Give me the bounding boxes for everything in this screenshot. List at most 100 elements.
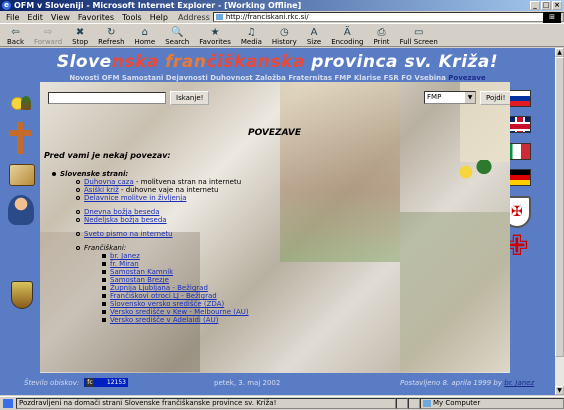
sun-palm-icon[interactable] bbox=[6, 92, 36, 114]
toolbar-button[interactable]: A Size bbox=[302, 27, 326, 46]
address-input[interactable]: http://franciskani.rkc.si/ ▼ bbox=[212, 12, 564, 22]
scroll-up-icon[interactable]: ▲ bbox=[555, 48, 564, 57]
section-heading: Frančiškani: bbox=[52, 244, 249, 252]
toolbar-button[interactable]: ◷ History bbox=[267, 27, 302, 46]
bullet-icon bbox=[76, 246, 80, 250]
link[interactable]: Slovensko versko središče (ZDA) bbox=[110, 300, 224, 308]
nav-link[interactable]: Klarise bbox=[354, 74, 381, 82]
title-part: provinca sv. Križa! bbox=[304, 52, 499, 72]
toolbar-button[interactable]: ↻ Refresh bbox=[93, 27, 129, 46]
link[interactable]: Duhovna caza bbox=[84, 178, 134, 186]
list-item: Asiški križ - duhovne vaje na internetu bbox=[52, 186, 249, 194]
nav-link[interactable]: Založba bbox=[255, 74, 286, 82]
menu-help[interactable]: Help bbox=[146, 13, 172, 22]
link[interactable]: Dnevna božja beseda bbox=[84, 208, 160, 216]
minimize-button[interactable]: _ bbox=[530, 1, 540, 10]
toolbar-button[interactable]: ♫ Media bbox=[236, 27, 267, 46]
nav-link[interactable]: Samostani bbox=[122, 74, 164, 82]
link[interactable]: Župnija Ljubljana - Bežigrad bbox=[110, 284, 208, 292]
chevron-down-icon[interactable]: ▼ bbox=[465, 92, 475, 103]
size-icon: A bbox=[310, 27, 318, 38]
menu-file[interactable]: File bbox=[2, 13, 23, 22]
author-link[interactable]: br. Janez bbox=[504, 379, 534, 387]
link[interactable]: Samostan Brezje bbox=[110, 276, 169, 284]
refresh-icon: ↻ bbox=[107, 27, 116, 38]
friar-icon[interactable] bbox=[6, 193, 36, 227]
page-title: POVEZAVE bbox=[248, 128, 302, 138]
status-bar: Pozdravljeni na domači strani Slovenske … bbox=[0, 396, 564, 410]
list-item: Versko središče v Kew - Melbourne (AU) bbox=[52, 308, 249, 316]
toolbar-button[interactable]: ✖ Stop bbox=[67, 27, 93, 46]
section-heading: Slovenske strani: bbox=[52, 170, 249, 178]
nav-link[interactable]: Novosti bbox=[69, 74, 99, 82]
toolbar-button[interactable]: 🔍 Search bbox=[160, 27, 194, 46]
nav-link[interactable]: FSR bbox=[384, 74, 399, 82]
nav-link[interactable]: Dejavnosti bbox=[166, 74, 208, 82]
go-button[interactable]: Pojdi! bbox=[480, 91, 510, 105]
link[interactable]: Delavnice molitve in življenja bbox=[84, 194, 186, 202]
scroll-thumb[interactable] bbox=[555, 57, 564, 357]
menu-edit[interactable]: Edit bbox=[23, 13, 47, 22]
toolbar-button[interactable]: ⇦ Back bbox=[2, 27, 29, 46]
nav-link-current[interactable]: Povezave bbox=[448, 74, 485, 82]
book-icon[interactable] bbox=[8, 163, 36, 187]
vertical-scrollbar[interactable]: ▲ ▼ bbox=[555, 48, 564, 395]
menu-favorites[interactable]: Favorites bbox=[74, 13, 118, 22]
toolbar-button[interactable]: Ä Encoding bbox=[326, 27, 368, 46]
title-part: nska bbox=[111, 52, 166, 72]
link[interactable]: br. Janez bbox=[110, 252, 140, 260]
link[interactable]: Versko središče v Adelaidi (AU) bbox=[110, 316, 218, 324]
posted-text: Postavljeno 8. aprila 1999 by bbox=[400, 379, 503, 387]
bullet-icon bbox=[102, 318, 106, 322]
link[interactable]: Frančiškovi otroci LJ - Bežigrad bbox=[110, 292, 217, 300]
title-bar[interactable]: e OFM v Sloveniji - Microsoft Internet E… bbox=[0, 0, 564, 11]
toolbar-button[interactable]: ★ Favorites bbox=[194, 27, 236, 46]
window-title: OFM v Sloveniji - Microsoft Internet Exp… bbox=[14, 1, 302, 10]
bullet-icon bbox=[76, 218, 80, 222]
counter-logo: fc bbox=[86, 378, 94, 387]
link-description: - duhovne vaje na internetu bbox=[118, 186, 219, 194]
nav-link[interactable]: FMP bbox=[334, 74, 351, 82]
search-input[interactable] bbox=[48, 92, 166, 104]
site-title: Slovenska frančiškanska provinca sv. Kri… bbox=[0, 52, 555, 72]
close-button[interactable]: × bbox=[552, 1, 562, 10]
nav-link[interactable]: OFM bbox=[102, 74, 120, 82]
list-item: Samostan Brezje bbox=[52, 276, 249, 284]
section-select[interactable]: FMP ▼ bbox=[424, 91, 476, 104]
toolbar-button-label: Home bbox=[134, 38, 156, 46]
link[interactable]: Samostan Kamnik bbox=[110, 268, 173, 276]
menu-tools[interactable]: Tools bbox=[118, 13, 146, 22]
nav-link[interactable]: Duhovnost bbox=[210, 74, 252, 82]
print-icon: ⎙ bbox=[377, 27, 386, 38]
link[interactable]: Sveto pismo na internetu bbox=[84, 230, 173, 238]
maximize-button[interactable]: □ bbox=[541, 1, 551, 10]
search-button[interactable]: Iskanje! bbox=[170, 91, 210, 105]
toolbar-button[interactable]: ⌂ Home bbox=[130, 27, 161, 46]
bullet-icon bbox=[102, 254, 106, 258]
san-damiano-cross-icon[interactable] bbox=[8, 121, 32, 155]
nav-link[interactable]: FO bbox=[401, 74, 412, 82]
scroll-down-icon[interactable]: ▼ bbox=[555, 386, 564, 395]
list-item: Župnija Ljubljana - Bežigrad bbox=[52, 284, 249, 292]
bullet-icon bbox=[76, 232, 80, 236]
address-label: Address bbox=[177, 12, 210, 22]
papal-coat-of-arms-icon[interactable] bbox=[10, 280, 34, 310]
link[interactable]: Versko središče v Kew - Melbourne (AU) bbox=[110, 308, 249, 316]
link[interactable]: Asiški križ bbox=[84, 186, 119, 194]
church-photo bbox=[280, 82, 400, 262]
bullet-icon bbox=[52, 172, 56, 176]
nav-link[interactable]: Vsebina bbox=[414, 74, 445, 82]
link[interactable]: Nedeljska božja beseda bbox=[84, 216, 167, 224]
link[interactable]: fr. Miran bbox=[110, 260, 139, 268]
address-url: http://franciskani.rkc.si/ bbox=[225, 13, 309, 21]
bullet-icon bbox=[102, 286, 106, 290]
toolbar-button[interactable]: ▭ Full Screen bbox=[395, 27, 443, 46]
palm-icon bbox=[474, 160, 494, 182]
nav-link[interactable]: Fraternitas bbox=[288, 74, 332, 82]
menu-bar: File Edit View Favorites Tools Help Addr… bbox=[0, 11, 564, 24]
bullet-icon bbox=[102, 302, 106, 306]
visits-label: Število obiskov: bbox=[24, 379, 80, 387]
menu-view[interactable]: View bbox=[47, 13, 74, 22]
list-item: Nedeljska božja beseda bbox=[52, 216, 249, 224]
toolbar-button[interactable]: ⎙ Print bbox=[368, 27, 394, 46]
